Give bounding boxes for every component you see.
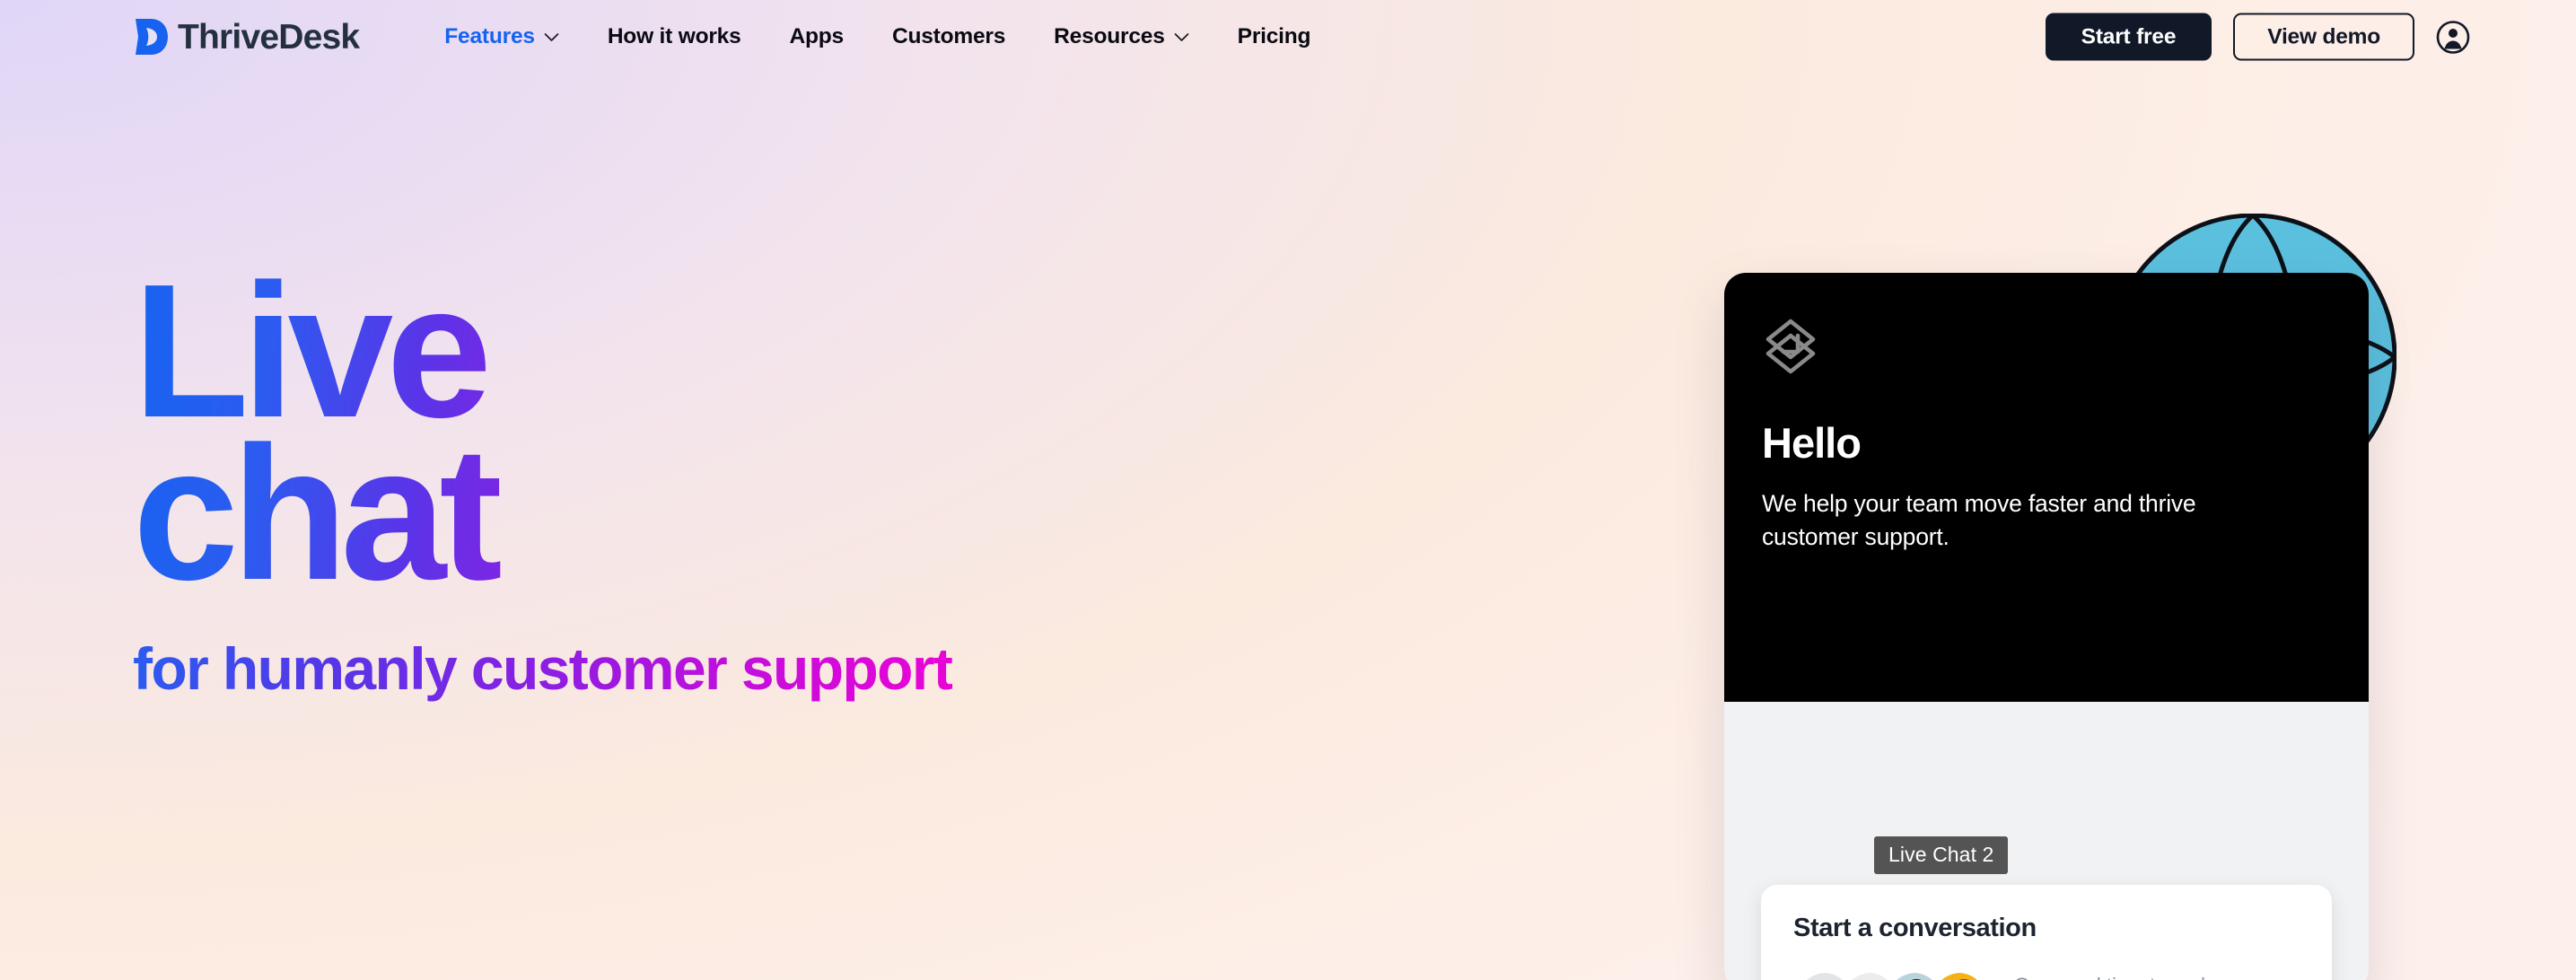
nav-item-how-it-works[interactable]: How it works: [583, 24, 766, 49]
view-demo-button[interactable]: View demo: [2233, 13, 2414, 61]
widget-header: Hello We help your team move faster and …: [1724, 273, 2369, 702]
chevron-down-icon: [1174, 32, 1189, 42]
start-conversation-card: Start a conversation: [1761, 885, 2332, 980]
agent-avatar-3: [1883, 970, 1944, 980]
nav-item-label: Resources: [1054, 24, 1165, 48]
site-header: ThriveDesk Features How it works Apps Cu…: [0, 0, 2576, 74]
live-chat-widget: Hello We help your team move faster and …: [1724, 273, 2369, 980]
primary-navigation: Features How it works Apps Customers Res…: [420, 24, 1335, 49]
nav-item-customers[interactable]: Customers: [868, 24, 1030, 49]
agent-avatar-2: [1838, 970, 1899, 980]
nav-item-label: Apps: [789, 24, 845, 48]
nav-item-resources[interactable]: Resources: [1030, 24, 1214, 49]
reply-time-block: Our usual time to reply A few minutes: [2014, 976, 2215, 980]
thrivedesk-diamond-widget-logo-icon: [1762, 318, 2331, 375]
reply-time-label: Our usual time to reply: [2014, 976, 2215, 980]
live-chat-tooltip: Live Chat 2: [1874, 836, 2009, 875]
widget-greeting: Hello: [1762, 419, 1862, 467]
user-account-icon[interactable]: [2436, 20, 2470, 54]
nav-item-label: How it works: [607, 24, 741, 48]
nav-item-label: Customers: [891, 24, 1006, 48]
start-free-button[interactable]: Start free: [2045, 13, 2212, 61]
nav-item-apps[interactable]: Apps: [766, 24, 868, 49]
chevron-down-icon: [544, 32, 559, 42]
hero-section: Live chat for humanly customer support: [133, 269, 1371, 702]
widget-tagline: We help your team move faster and thrive…: [1762, 490, 2196, 550]
brand-logo-link[interactable]: ThriveDesk: [133, 17, 360, 57]
agents-and-reply-time-row: Our usual time to reply A few minutes: [1793, 970, 2300, 980]
agent-avatar-group: [1793, 970, 1989, 980]
brand-name: ThriveDesk: [178, 17, 360, 57]
thrivedesk-d-logo-icon: [133, 17, 169, 57]
hero-title: Live chat: [133, 269, 752, 595]
nav-item-pricing[interactable]: Pricing: [1214, 24, 1336, 49]
agent-avatar-1: [1793, 970, 1854, 980]
page-root: ThriveDesk Features How it works Apps Cu…: [0, 0, 2576, 980]
header-actions: Start free View demo: [2045, 13, 2470, 61]
nav-item-features[interactable]: Features: [420, 24, 583, 49]
nav-item-label: Features: [444, 24, 535, 48]
nav-item-label: Pricing: [1237, 24, 1311, 48]
agent-avatar-4: [1928, 970, 1989, 980]
card-title: Start a conversation: [1793, 914, 2037, 942]
hero-title-line-2: chat: [133, 407, 495, 620]
hero-subtitle: for humanly customer support: [133, 635, 1012, 703]
